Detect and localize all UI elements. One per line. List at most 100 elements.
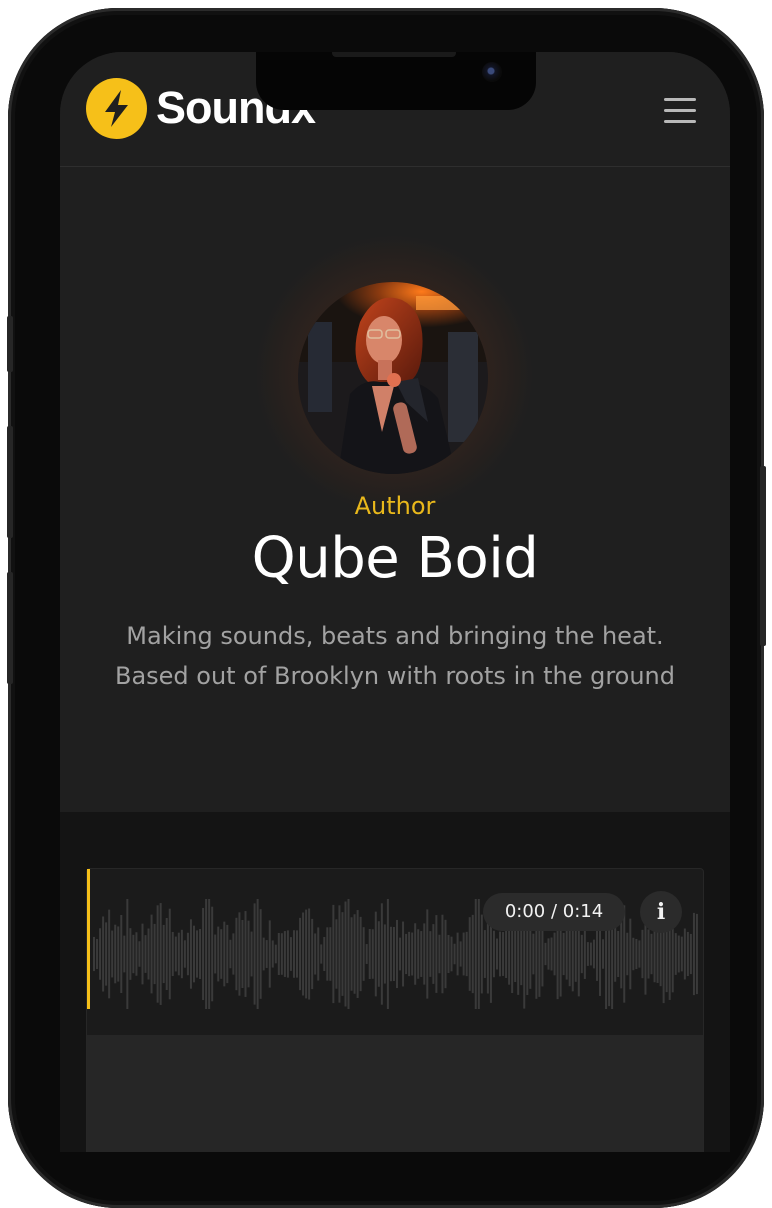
waveform-bar [262,937,265,971]
waveform-bar [308,908,311,1000]
waveform-bar [289,937,292,971]
waveform-bar [271,940,274,968]
waveform-bar [568,921,571,987]
waveform-bar [453,943,456,965]
waveform-bar [99,928,102,980]
waveform-bar [96,939,99,969]
waveform-bar [492,930,495,978]
waveform-bar [614,926,617,982]
waveform-bar [314,933,317,975]
waveform-bar [338,905,341,1003]
waveform-bar [595,927,598,981]
waveform-bar [417,929,420,979]
info-button[interactable]: i [640,891,682,933]
waveform-bar [474,899,477,1009]
waveform-bar [105,922,108,986]
waveform-bar [126,899,129,1009]
waveform-bar [426,909,429,999]
waveform-bar [656,925,659,983]
waveform-bar [650,933,653,975]
waveform-bar [544,942,547,966]
waveform-bar [341,912,344,996]
waveform-bar [602,939,605,969]
waveform-bar [286,930,289,978]
waveform-bar [108,909,111,999]
waveform-bar [232,933,235,975]
waveform-bar [253,903,256,1005]
waveform-bar [147,928,150,980]
waveform-bar [405,933,408,975]
lightning-bolt-icon[interactable] [86,78,147,139]
waveform-bar [235,917,238,991]
waveform-bar [514,926,517,982]
waveform-bar [483,930,486,978]
audio-player-card: 0:00 / 0:14 i [86,868,704,1152]
waveform-bar [532,933,535,975]
waveform-bar [199,928,202,980]
waveform-bar [217,926,220,982]
waveform-bar [465,931,468,977]
waveform-bar [447,935,450,973]
waveform-bar [695,913,698,995]
author-avatar [298,282,488,474]
waveform-bar [129,928,132,980]
waveform-bar [459,941,462,967]
waveform-bar [120,915,123,993]
phone-frame: Soundx Author Qube Boid Making sounds, b… [7,8,766,1208]
waveform-bar [296,930,299,978]
waveform-bar [186,932,189,976]
earpiece-speaker [332,52,456,57]
playhead[interactable] [87,869,90,1009]
waveform-bar [383,924,386,984]
waveform-bar [620,919,623,989]
waveform-bar [277,933,280,975]
waveform-bar [362,927,365,981]
waveform-bar [220,929,223,979]
waveform-bar [374,911,377,997]
waveform-bar [123,935,126,973]
waveform-bar [495,938,498,970]
hamburger-menu-icon[interactable] [664,98,696,124]
waveform-bar [386,899,389,1009]
waveform-bar [365,944,368,964]
time-display: 0:00 / 0:14 [483,893,625,931]
waveform-bar [414,923,417,985]
waveform-bar [399,937,402,971]
waveform-bar [189,919,192,989]
waveform-bar [674,933,677,975]
waveform-bar [432,924,435,984]
waveform-bar [508,923,511,985]
author-bio: Making sounds, beats and bringing the he… [60,616,730,696]
waveform-bar [450,936,453,972]
waveform-bar [429,931,432,977]
waveform-bar [359,916,362,992]
waveform-bar [114,924,117,984]
waveform-bar [214,934,217,974]
waveform-bar [480,914,483,994]
waveform-bar [565,928,568,980]
waveform-bar [317,927,320,981]
waveform-bar [635,938,638,970]
waveform-bar [208,899,211,1009]
waveform-bar [259,909,262,999]
waveform-bar [689,933,692,975]
waveform-bar [589,942,592,966]
waveform-bar [323,937,326,971]
waveform-bar [183,940,186,968]
front-camera [482,62,502,82]
waveform-bar [680,936,683,972]
waveform-bar [499,931,502,977]
waveform-bar [380,903,383,1005]
waveform-bar [202,907,205,1001]
waveform-bar [356,910,359,998]
waveform-bar [305,909,308,999]
waveform-bar [377,921,380,987]
waveform-bar [686,931,689,977]
waveform-bar [683,928,686,980]
waveform-bar [238,912,241,996]
waveform-bar [344,901,347,1007]
waveform-bar [438,934,441,974]
waveform-bar [256,899,259,1009]
waveform-bar [368,928,371,980]
waveform-bar [162,924,165,984]
